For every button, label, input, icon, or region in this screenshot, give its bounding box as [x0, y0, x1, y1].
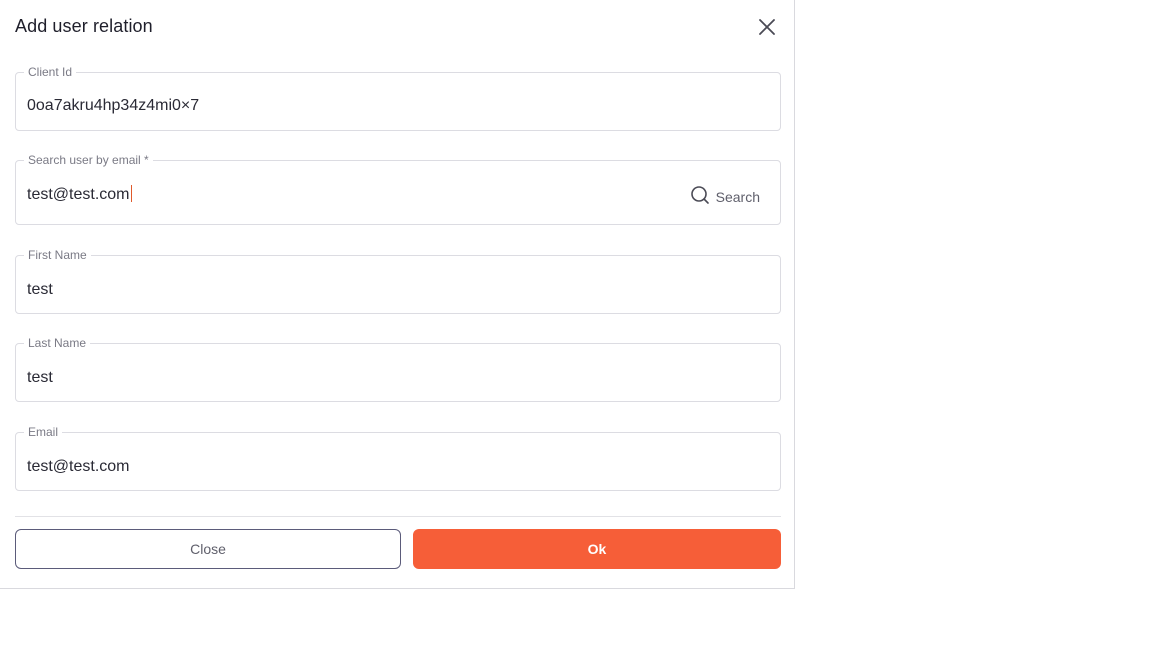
footer-divider: [15, 516, 781, 517]
client-id-field[interactable]: Client Id 0oa7akru4hp34z4mi0×7: [15, 65, 781, 131]
search-email-field[interactable]: Search user by email * test@test.com Sea…: [15, 153, 781, 225]
close-button-label: Close: [190, 541, 226, 557]
search-email-input-wrap[interactable]: test@test.com: [27, 185, 132, 204]
search-email-label: Search user by email *: [24, 153, 153, 167]
close-button[interactable]: Close: [15, 529, 401, 569]
search-email-value: test@test.com: [27, 186, 130, 203]
email-field[interactable]: Email test@test.com: [15, 425, 781, 491]
close-icon[interactable]: [755, 15, 779, 39]
search-button-label: Search: [715, 188, 760, 205]
last-name-field[interactable]: Last Name test: [15, 336, 781, 402]
first-name-field[interactable]: First Name test: [15, 248, 781, 314]
email-value: test@test.com: [27, 458, 130, 475]
client-id-label: Client Id: [24, 65, 77, 79]
dialog-title: Add user relation: [15, 16, 153, 36]
email-label: Email: [24, 425, 63, 439]
ok-button-label: Ok: [587, 541, 607, 557]
last-name-value: test: [27, 369, 53, 386]
ok-button[interactable]: Ok: [413, 529, 781, 569]
first-name-label: First Name: [24, 248, 91, 262]
search-icon: [690, 185, 710, 208]
last-name-label: Last Name: [24, 336, 91, 350]
first-name-value: test: [27, 281, 53, 298]
search-button[interactable]: Search: [690, 185, 760, 208]
client-id-value: 0oa7akru4hp34z4mi0×7: [27, 97, 200, 114]
text-caret: [130, 185, 132, 202]
add-user-relation-dialog: Add user relation Client Id 0oa7akru4hp3…: [0, 0, 795, 589]
